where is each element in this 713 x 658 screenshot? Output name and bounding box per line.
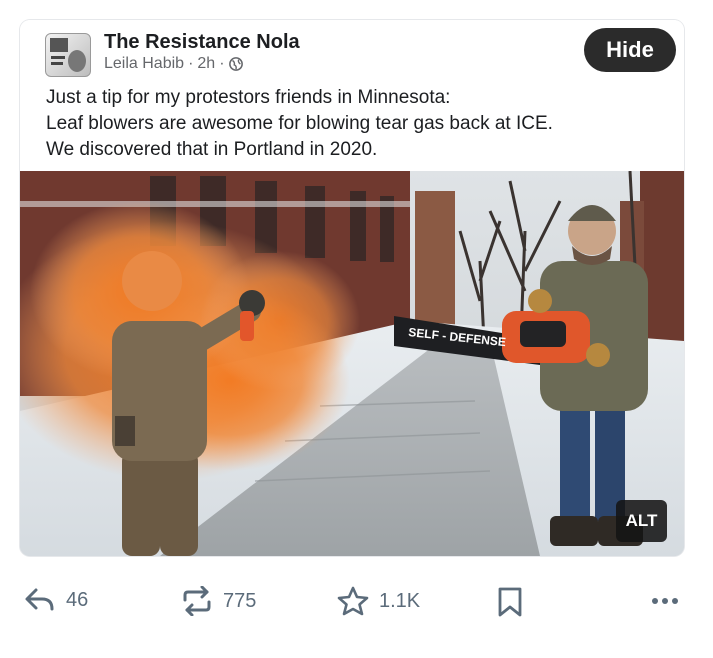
page-avatar[interactable]	[45, 33, 91, 77]
bookmark-button[interactable]	[497, 586, 523, 618]
star-icon	[337, 586, 369, 616]
meta-separator: ·	[188, 55, 194, 72]
post-time[interactable]: 2h	[197, 55, 215, 73]
post-text-line: Just a tip for my protestors friends in …	[46, 87, 451, 108]
like-button[interactable]: 1.1K	[337, 586, 420, 616]
reply-count: 46	[66, 588, 89, 611]
post-body: Just a tip for my protestors friends in …	[46, 85, 666, 163]
more-icon	[652, 598, 678, 604]
reply-button[interactable]: 46	[24, 586, 88, 614]
repost-button[interactable]: 775	[181, 586, 256, 616]
post-actions: 46 775 1.1K	[0, 580, 713, 630]
post-meta: Leila Habib · 2h ·	[104, 55, 243, 73]
alt-button[interactable]: ALT	[616, 500, 667, 542]
bookmark-icon	[498, 587, 522, 617]
meta-separator: ·	[219, 55, 225, 72]
reply-icon	[25, 588, 54, 611]
hide-button[interactable]: Hide	[584, 28, 676, 72]
more-button[interactable]	[650, 586, 680, 616]
post-image[interactable]: SELF - DEFENSE	[20, 171, 684, 556]
post-card: The Resistance Nola Leila Habib · 2h · H…	[20, 20, 684, 556]
repost-count: 775	[223, 589, 257, 612]
post-header: The Resistance Nola Leila Habib · 2h · H…	[20, 20, 684, 171]
page-name[interactable]: The Resistance Nola	[104, 31, 300, 54]
globe-icon	[228, 57, 243, 71]
post-text-line: Leaf blowers are awesome for blowing tea…	[46, 113, 553, 134]
post-text-line: We discovered that in Portland in 2020.	[46, 139, 378, 160]
author-name[interactable]: Leila Habib	[104, 55, 184, 73]
repost-icon	[183, 586, 211, 616]
like-count: 1.1K	[379, 589, 421, 612]
